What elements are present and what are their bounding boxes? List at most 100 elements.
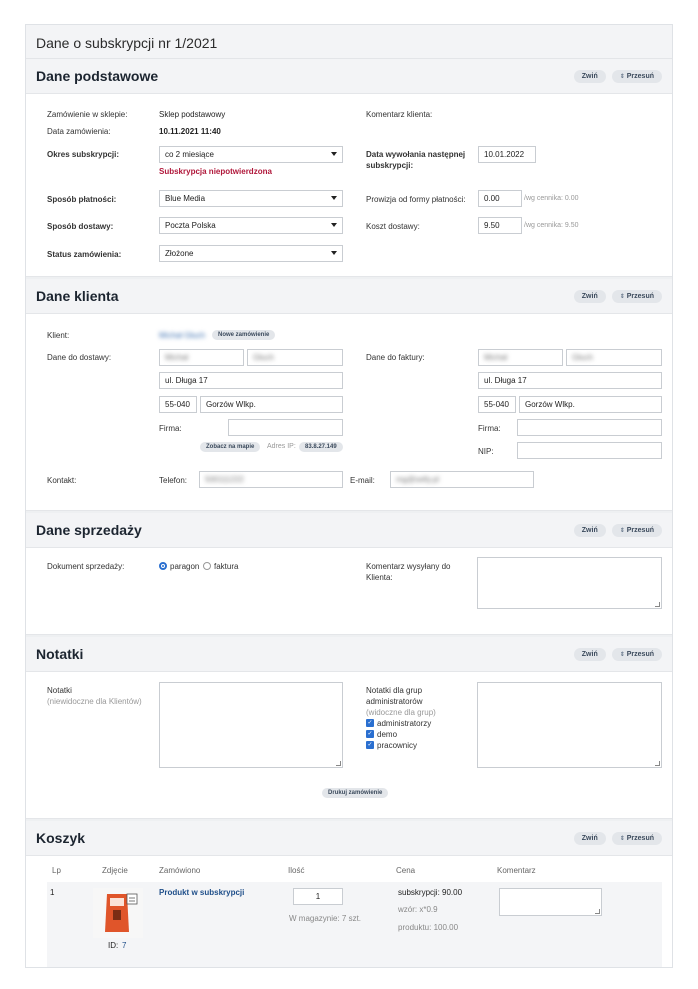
receipt-label: paragon	[170, 562, 200, 571]
next-call-date-input[interactable]: 10.01.2022	[478, 146, 536, 163]
receipt-radio[interactable]	[159, 562, 167, 570]
column-header: Zdjęcie	[102, 866, 128, 875]
move-button[interactable]: ⇕ Przesuń	[611, 647, 662, 661]
delivery-first-name[interactable]: Michał	[159, 349, 244, 366]
delivery-cost-label: Koszt dostawy:	[366, 222, 420, 231]
payment-select[interactable]: Blue Media	[159, 190, 343, 207]
delivery-data-label: Dane do dostawy:	[47, 353, 112, 362]
sales-card: Dokument sprzedaży: paragon faktura Kome…	[26, 547, 672, 635]
checkbox-demo[interactable]: ✓	[366, 730, 374, 738]
client-comment-label: Komentarz wysyłany do	[366, 562, 451, 571]
invoice-city[interactable]: Gorzów Wlkp.	[519, 396, 662, 413]
invoice-radio[interactable]	[203, 562, 211, 570]
cart-card: Lp Zdjęcie Zamówiono Ilość Cena Komentar…	[26, 855, 672, 967]
group-notes-textarea[interactable]	[477, 682, 662, 768]
notes-card: Notatki (niewidoczne dla Klientów) Notat…	[26, 671, 672, 819]
column-header: Ilość	[288, 866, 305, 875]
client-comment-textarea[interactable]	[477, 557, 662, 609]
section-basic: Dane podstawowe Zwiń ⇕ Przesuń Zamówienie…	[26, 59, 672, 277]
checkbox-administratorzy[interactable]: ✓	[366, 719, 374, 727]
client-comment-label-2: Klienta:	[366, 573, 393, 582]
quantity-input[interactable]: 1	[293, 888, 343, 905]
move-icon: ⇕	[619, 527, 625, 534]
chevron-down-icon	[331, 223, 337, 227]
delivery-zip[interactable]: 55-040	[159, 396, 197, 413]
shop-value: Sklep podstawowy	[159, 110, 226, 119]
stock-info: W magazynie: 7 szt.	[289, 914, 362, 923]
resize-grip-icon[interactable]	[655, 602, 660, 607]
move-button[interactable]: ⇕ Przesuń	[611, 831, 662, 845]
delivery-cost-input[interactable]: 9.50	[478, 217, 522, 234]
chevron-down-icon	[331, 251, 337, 255]
item-comment-textarea[interactable]	[499, 888, 602, 916]
invoice-data-label: Dane do faktury:	[366, 353, 425, 362]
email-input[interactable]: mg@selly.pl	[390, 471, 534, 488]
section-cart: Koszyk Zwiń ⇕ Przesuń Lp Zdjęcie Zamówion…	[26, 821, 672, 967]
status-select[interactable]: Złożone	[159, 245, 343, 262]
invoice-street[interactable]: ul. Długa 17	[478, 372, 662, 389]
section-header: Koszyk Zwiń ⇕ Przesuń	[26, 821, 672, 855]
invoice-company-label: Firma:	[478, 424, 501, 433]
move-button[interactable]: ⇕ Przesuń	[611, 289, 662, 303]
move-button[interactable]: ⇕ Przesuń	[611, 69, 662, 83]
next-call-label-2: subskrypcji:	[366, 161, 414, 170]
new-order-button[interactable]: Nowe zamówienie	[212, 330, 276, 340]
product-name-link[interactable]: Produkt w subskrypcji	[159, 888, 244, 897]
ip-value: 83.8.27.149	[299, 442, 343, 452]
delivery-company-label: Firma:	[159, 424, 182, 433]
delivery-last-name[interactable]: Głuch	[247, 349, 343, 366]
commission-hint: /wg cennika: 0.00	[524, 195, 579, 202]
section-title: Dane sprzedaży	[36, 522, 142, 538]
product-id-value[interactable]: 7	[122, 941, 126, 950]
delivery-select[interactable]: Poczta Polska	[159, 217, 343, 234]
resize-grip-icon[interactable]	[655, 761, 660, 766]
move-icon: ⇕	[619, 835, 625, 842]
column-header: Komentarz	[497, 866, 536, 875]
group-label-demo: demo	[377, 730, 398, 739]
product-id-label: ID:	[108, 941, 119, 950]
notes-label: Notatki	[47, 686, 72, 695]
period-select[interactable]: co 2 miesiące	[159, 146, 343, 163]
next-call-label: Data wywołania następnej	[366, 150, 466, 159]
delivery-city[interactable]: Gorzów Wlkp.	[200, 396, 343, 413]
collapse-button[interactable]: Zwiń	[573, 523, 606, 537]
invoice-zip[interactable]: 55-040	[478, 396, 516, 413]
move-button[interactable]: ⇕ Przesuń	[611, 523, 662, 537]
chevron-down-icon	[331, 196, 337, 200]
invoice-company-input[interactable]	[517, 419, 662, 436]
commission-input[interactable]: 0.00	[478, 190, 522, 207]
price-formula: wzór: x*0.9	[398, 905, 438, 914]
show-map-button[interactable]: Zobacz na mapie	[200, 442, 261, 452]
move-icon: ⇕	[619, 73, 625, 80]
date-value: 10.11.2021 11:40	[159, 127, 221, 136]
customer-comment-label: Komentarz klienta:	[366, 110, 433, 119]
page-title: Dane o subskrypcji nr 1/2021	[26, 25, 672, 59]
table-row: 1 ID: 7 Produkt w subskrypcji 1 W magazy…	[47, 882, 662, 967]
nip-input[interactable]	[517, 442, 662, 459]
product-thumbnail[interactable]	[93, 888, 143, 938]
resize-grip-icon[interactable]	[336, 761, 341, 766]
collapse-button[interactable]: Zwiń	[573, 289, 606, 303]
commission-label: Prowizja od formy płatności:	[366, 195, 466, 204]
collapse-button[interactable]: Zwiń	[573, 69, 606, 83]
client-name-link[interactable]: Michał Głuch	[159, 331, 205, 340]
delivery-company-input[interactable]	[228, 419, 343, 436]
checkbox-pracownicy[interactable]: ✓	[366, 741, 374, 749]
collapse-button[interactable]: Zwiń	[573, 831, 606, 845]
invoice-last-name[interactable]: Głuch	[566, 349, 662, 366]
sales-doc-label: Dokument sprzedaży:	[47, 562, 125, 571]
section-header: Dane klienta Zwiń ⇕ Przesuń	[26, 279, 672, 313]
move-icon: ⇕	[619, 651, 625, 658]
status-label: Status zamówienia:	[47, 250, 122, 259]
move-icon: ⇕	[619, 293, 625, 300]
print-order-button[interactable]: Drukuj zamówienie	[322, 788, 389, 798]
phone-input[interactable]: 500111222	[199, 471, 343, 488]
price-product: produktu: 100.00	[398, 923, 459, 932]
resize-grip-icon[interactable]	[595, 909, 600, 914]
notes-textarea[interactable]	[159, 682, 343, 768]
invoice-first-name[interactable]: Michał	[478, 349, 563, 366]
period-label: Okres subskrypcji:	[47, 150, 120, 159]
delivery-street[interactable]: ul. Długa 17	[159, 372, 343, 389]
email-label: E-mail:	[350, 476, 375, 485]
collapse-button[interactable]: Zwiń	[573, 647, 606, 661]
